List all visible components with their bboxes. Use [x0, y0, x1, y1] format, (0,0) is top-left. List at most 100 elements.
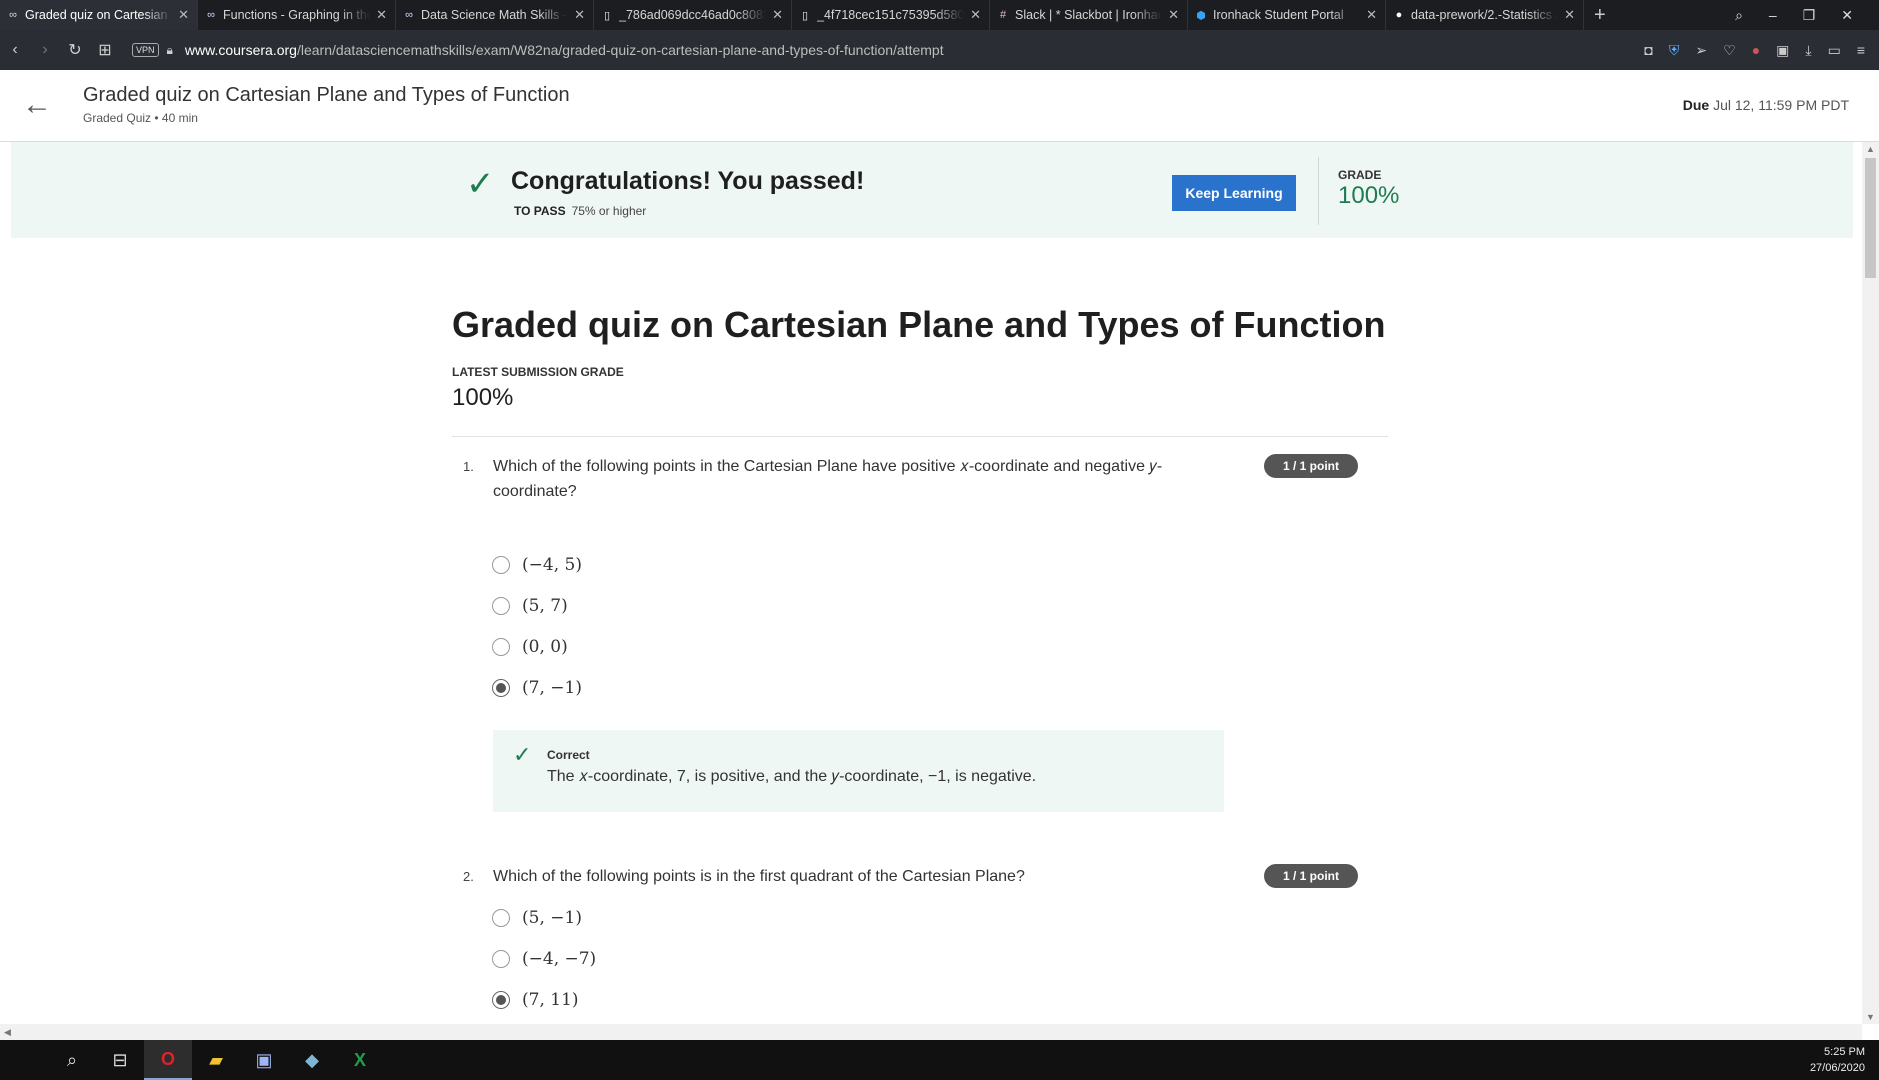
close-tab-icon[interactable]: ✕ — [178, 7, 189, 23]
radio-button-selected[interactable] — [492, 679, 510, 697]
latest-submission-value: 100% — [452, 384, 514, 411]
tab-label: _4f718cec151c75395d5800 — [817, 8, 965, 22]
banner-title: Congratulations! You passed! — [511, 167, 865, 195]
back-arrow-icon[interactable]: ← — [22, 88, 52, 122]
question-number: 1. — [463, 459, 474, 474]
due-label: Due — [1682, 97, 1710, 113]
coursera-icon: ∞ — [405, 9, 413, 21]
tab-file-1[interactable]: ▯ _786ad069dcc46ad0c8083f ✕ — [594, 0, 792, 30]
scroll-left-icon[interactable]: ◀ — [4, 1027, 11, 1038]
keep-learning-button[interactable]: Keep Learning — [1172, 175, 1296, 211]
battery-icon[interactable]: ▭ — [1828, 42, 1841, 59]
answer-option[interactable]: (−4, 5) — [492, 553, 582, 577]
tab-functions-graphing[interactable]: ∞ Functions - Graphing in the ✕ — [198, 0, 396, 30]
due-date: Due Jul 12, 11:59 PM PDT — [1683, 97, 1849, 113]
file-explorer-icon[interactable]: ▰ — [192, 1040, 240, 1080]
search-tabs-icon[interactable]: ⌕ — [1735, 7, 1743, 24]
tab-file-2[interactable]: ▯ _4f718cec151c75395d5800 ✕ — [792, 0, 990, 30]
close-tab-icon[interactable]: ✕ — [1564, 7, 1575, 23]
heart-icon[interactable]: ♡ — [1723, 42, 1736, 59]
github-icon: ● — [1395, 9, 1403, 21]
radio-button[interactable] — [492, 597, 510, 615]
notes-app-icon[interactable]: ◆ — [288, 1040, 336, 1080]
scrollbar-thumb[interactable] — [1865, 158, 1876, 278]
back-nav-icon[interactable]: ‹ — [0, 41, 30, 59]
minimize-icon[interactable]: – — [1769, 7, 1777, 23]
tab-github[interactable]: ● data-prework/2.-Statistics a ✕ — [1386, 0, 1584, 30]
url-field[interactable]: www.coursera.org/learn/datasciencemathsk… — [185, 42, 944, 58]
forward-nav-icon[interactable]: › — [30, 41, 60, 59]
close-tab-icon[interactable]: ✕ — [376, 7, 387, 23]
radio-button[interactable] — [492, 638, 510, 656]
answer-option-selected[interactable]: (7, 11) — [492, 988, 579, 1012]
question-text: Which of the following points is in the … — [493, 868, 1025, 885]
scroll-down-icon[interactable]: ▼ — [1866, 1012, 1875, 1022]
speed-dial-icon[interactable]: ⊞ — [90, 40, 120, 60]
answer-option[interactable]: (−4, −7) — [492, 947, 596, 971]
points-badge: 1 / 1 point — [1264, 454, 1358, 478]
answer-option[interactable]: (0, 0) — [492, 635, 568, 659]
close-tab-icon[interactable]: ✕ — [772, 7, 783, 23]
reload-icon[interactable]: ↻ — [60, 40, 90, 60]
vpn-badge[interactable]: VPN — [132, 43, 159, 57]
extension-icon[interactable]: ● — [1752, 42, 1760, 58]
new-tab-icon[interactable]: + — [1594, 4, 1606, 27]
answer-option-selected[interactable]: (7, −1) — [492, 676, 582, 700]
vertical-scrollbar[interactable]: ▲ ▼ — [1862, 142, 1879, 1024]
header-title: Graded quiz on Cartesian Plane and Types… — [83, 84, 570, 106]
tab-ironhack[interactable]: ⬢ Ironhack Student Portal ✕ — [1188, 0, 1386, 30]
url-host: www.coursera.org — [184, 42, 297, 58]
start-icon[interactable] — [0, 1040, 48, 1080]
question-number: 2. — [463, 869, 474, 884]
divider — [452, 436, 1388, 437]
answer-option[interactable]: (5, 7) — [492, 594, 568, 618]
tab-label: Data Science Math Skills - Ir — [421, 8, 569, 22]
tab-graded-quiz[interactable]: ∞ Graded quiz on Cartesian Pl ✕ — [0, 0, 198, 30]
slack-icon: # — [999, 9, 1007, 21]
page-title: Graded quiz on Cartesian Plane and Types… — [452, 304, 1386, 345]
radio-button-selected[interactable] — [492, 991, 510, 1009]
option-label: (5, −1) — [522, 908, 582, 928]
grade-value: 100% — [1338, 182, 1400, 209]
grade-label: GRADE — [1338, 168, 1382, 182]
camera-icon[interactable]: ◘ — [1644, 42, 1652, 58]
lock-icon: 🔒︎ — [166, 42, 173, 57]
scroll-up-icon[interactable]: ▲ — [1866, 144, 1875, 154]
tab-label: Graded quiz on Cartesian Pl — [25, 8, 173, 22]
due-value: Jul 12, 11:59 PM PDT — [1713, 97, 1849, 113]
close-tab-icon[interactable]: ✕ — [1366, 7, 1377, 23]
download-icon[interactable]: ⤓ — [1805, 42, 1811, 59]
restore-icon[interactable]: ❐ — [1803, 7, 1816, 24]
coursera-icon: ∞ — [9, 9, 17, 21]
passed-banner: ✓ Congratulations! You passed! TO PASS 75… — [11, 142, 1853, 238]
wallet-icon[interactable]: ▣ — [1776, 42, 1789, 59]
radio-button[interactable] — [492, 556, 510, 574]
close-window-icon[interactable]: ✕ — [1841, 7, 1853, 24]
tab-label: Functions - Graphing in the — [223, 8, 371, 22]
page-header: ← Graded quiz on Cartesian Plane and Typ… — [0, 70, 1879, 142]
radio-button[interactable] — [492, 909, 510, 927]
tab-slack[interactable]: # Slack | * Slackbot | Ironhack ✕ — [990, 0, 1188, 30]
question-text: Which of the following points in the Car… — [493, 458, 1163, 500]
app-icon[interactable]: ▣ — [240, 1040, 288, 1080]
search-icon[interactable]: ⌕ — [48, 1040, 96, 1080]
close-tab-icon[interactable]: ✕ — [1168, 7, 1179, 23]
send-icon[interactable]: ➢ — [1695, 42, 1707, 59]
horizontal-scrollbar[interactable]: ◀ — [0, 1024, 1862, 1040]
close-tab-icon[interactable]: ✕ — [970, 7, 981, 23]
file-icon: ▯ — [801, 9, 809, 22]
excel-icon[interactable]: X — [336, 1040, 384, 1080]
address-bar-icons: ◘ ⛨ ➢ ♡ ● ▣ ⤓ ▭ ≡ — [1644, 30, 1865, 70]
system-clock[interactable]: 5:25 PM 27/06/2020 — [1810, 1044, 1865, 1076]
radio-button[interactable] — [492, 950, 510, 968]
check-icon: ✓ — [466, 165, 495, 203]
opera-icon[interactable]: O — [144, 1040, 192, 1080]
address-bar: ‹ › ↻ ⊞ VPN 🔒︎ www.coursera.org/learn/da… — [0, 30, 1879, 70]
shield-icon[interactable]: ⛨ — [1669, 42, 1680, 59]
answer-option[interactable]: (5, −1) — [492, 906, 582, 930]
tab-data-science-math[interactable]: ∞ Data Science Math Skills - Ir ✕ — [396, 0, 594, 30]
close-tab-icon[interactable]: ✕ — [574, 7, 585, 23]
task-view-icon[interactable]: ⊟ — [96, 1040, 144, 1080]
check-icon: ✓ — [513, 742, 532, 767]
menu-icon[interactable]: ≡ — [1857, 42, 1865, 58]
